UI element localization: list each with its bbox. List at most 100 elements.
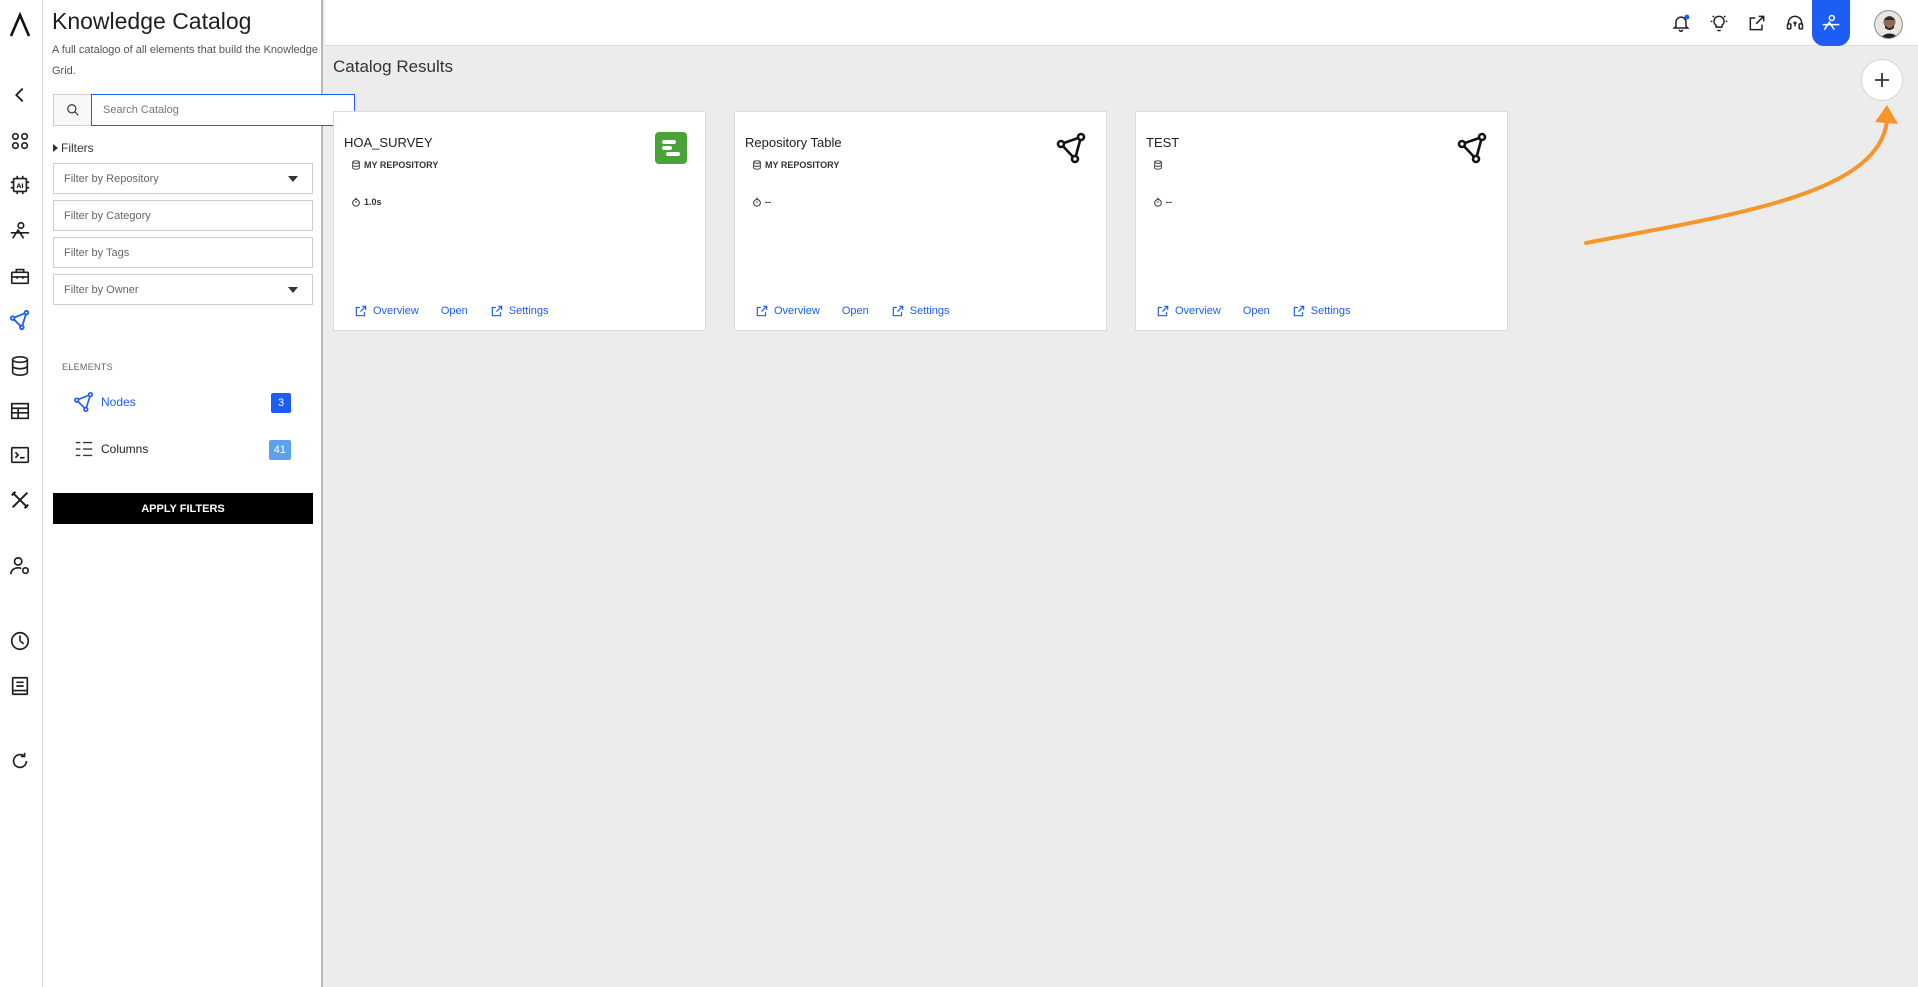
external-link-icon — [1157, 305, 1169, 317]
external-link-icon — [355, 305, 367, 317]
columns-list-icon — [75, 441, 93, 457]
terminal-icon[interactable] — [7, 442, 33, 468]
share-icon[interactable] — [1744, 10, 1770, 36]
filter-tags-input[interactable]: Filter by Tags — [53, 237, 313, 268]
card-runtime: -- — [1153, 197, 1172, 207]
runtime-value: -- — [765, 197, 771, 207]
overview-link[interactable]: Overview — [755, 304, 820, 318]
stopwatch-icon — [753, 197, 761, 207]
ai-chip-icon[interactable]: AI — [7, 172, 33, 198]
card-repository: MY REPOSITORY — [752, 160, 839, 170]
stopwatch-icon — [352, 197, 360, 207]
svg-text:AI: AI — [16, 182, 23, 190]
card-runtime: -- — [752, 197, 771, 207]
left-rail: AI — [0, 0, 43, 987]
card-actions: Overview Open Settings — [354, 304, 549, 318]
notification-bell-icon[interactable] — [1668, 10, 1694, 36]
open-label: Open — [1242, 305, 1270, 317]
nodes-icon — [1056, 132, 1086, 164]
open-label: Open — [841, 305, 869, 317]
card-title: TEST — [1146, 135, 1180, 150]
runtime-value: 1.0s — [364, 197, 382, 207]
back-arrow-icon[interactable] — [7, 82, 33, 108]
catalog-card[interactable]: TEST -- Overview Open Settings — [1135, 111, 1508, 331]
settings-link[interactable]: Settings — [891, 304, 950, 318]
runtime-value: -- — [1166, 197, 1172, 207]
dashboard-gauge-icon[interactable] — [7, 628, 33, 654]
filter-panel: Knowledge Catalog A full catalogo of all… — [43, 0, 355, 987]
element-item-columns[interactable]: Columns 41 — [73, 435, 291, 463]
search-button[interactable] — [53, 94, 91, 126]
refresh-icon[interactable] — [7, 748, 33, 774]
filter-category-input[interactable]: Filter by Category — [53, 200, 313, 231]
filter-repository-select[interactable]: Filter by Repository — [53, 163, 313, 194]
database-icon — [1154, 160, 1162, 170]
external-link-icon — [892, 305, 904, 317]
support-headset-icon[interactable] — [1782, 10, 1808, 36]
card-title: HOA_SURVEY — [344, 135, 433, 150]
database-icon — [753, 160, 761, 170]
open-link[interactable]: Open — [441, 305, 468, 317]
filter-tags-label: Filter by Tags — [64, 246, 130, 259]
open-link[interactable]: Open — [842, 305, 869, 317]
count-badge: 3 — [271, 393, 291, 413]
card-repository: MY REPOSITORY — [351, 160, 438, 170]
overview-link[interactable]: Overview — [1156, 304, 1221, 318]
repository-label: MY REPOSITORY — [765, 160, 840, 170]
nodes-icon — [1457, 132, 1487, 164]
element-item-nodes[interactable]: Nodes 3 — [73, 388, 291, 416]
caret-right-icon — [53, 144, 58, 152]
settings-link[interactable]: Settings — [490, 304, 549, 318]
lightbulb-icon[interactable] — [1706, 10, 1732, 36]
page-description: A full catalogo of all elements that bui… — [52, 44, 319, 77]
open-link[interactable]: Open — [1243, 305, 1270, 317]
external-link-icon — [1293, 305, 1305, 317]
gantt-chart-icon — [655, 132, 687, 164]
book-icon[interactable] — [7, 673, 33, 699]
overview-label: Overview — [373, 305, 419, 317]
repository-label: MY REPOSITORY — [364, 160, 439, 170]
element-label: Columns — [101, 442, 149, 456]
avatar[interactable] — [1874, 10, 1903, 39]
chevron-down-icon — [288, 176, 298, 182]
filter-owner-select[interactable]: Filter by Owner — [53, 274, 313, 305]
apps-grid-icon[interactable] — [7, 128, 33, 154]
filters-toggle[interactable]: Filters — [53, 141, 94, 155]
overview-link[interactable]: Overview — [354, 304, 419, 318]
card-repository — [1153, 160, 1166, 170]
database-icon — [352, 160, 360, 170]
count-badge: 41 — [268, 440, 291, 460]
open-label: Open — [440, 305, 468, 317]
filter-owner-label: Filter by Owner — [64, 283, 139, 296]
annotation-arrow — [1584, 105, 1898, 245]
add-button[interactable] — [1861, 59, 1903, 101]
toolbox-icon[interactable] — [7, 263, 33, 289]
settings-link[interactable]: Settings — [1292, 304, 1351, 318]
nodes-icon[interactable] — [7, 307, 33, 333]
table-icon[interactable] — [7, 398, 33, 424]
tools-icon[interactable] — [7, 487, 33, 513]
plus-icon — [1875, 73, 1889, 87]
person-network-icon[interactable] — [1812, 0, 1850, 46]
apply-filters-button[interactable]: APPLY FILTERS — [53, 493, 313, 524]
card-title: Repository Table — [745, 135, 842, 150]
search-input[interactable] — [91, 94, 355, 126]
page-title: Knowledge Catalog — [52, 8, 252, 34]
catalog-card[interactable]: HOA_SURVEY MY REPOSITORY 1.0s Overview O… — [333, 111, 706, 331]
card-actions: Overview Open Settings — [755, 304, 950, 318]
catalog-card[interactable]: Repository Table MY REPOSITORY -- Overvi… — [734, 111, 1107, 331]
stopwatch-icon — [1154, 197, 1162, 207]
chevron-down-icon — [288, 287, 298, 293]
card-actions: Overview Open Settings — [1156, 304, 1351, 318]
app-logo-icon[interactable] — [8, 12, 32, 38]
settings-label: Settings — [909, 305, 950, 317]
database-icon[interactable] — [7, 353, 33, 379]
results-title: Catalog Results — [333, 57, 454, 76]
search-icon — [66, 104, 79, 116]
user-settings-icon[interactable] — [7, 553, 33, 579]
person-network-icon[interactable] — [7, 218, 33, 244]
external-link-icon — [491, 305, 503, 317]
overview-label: Overview — [1175, 305, 1221, 317]
filter-category-label: Filter by Category — [64, 209, 151, 222]
external-link-icon — [756, 305, 768, 317]
